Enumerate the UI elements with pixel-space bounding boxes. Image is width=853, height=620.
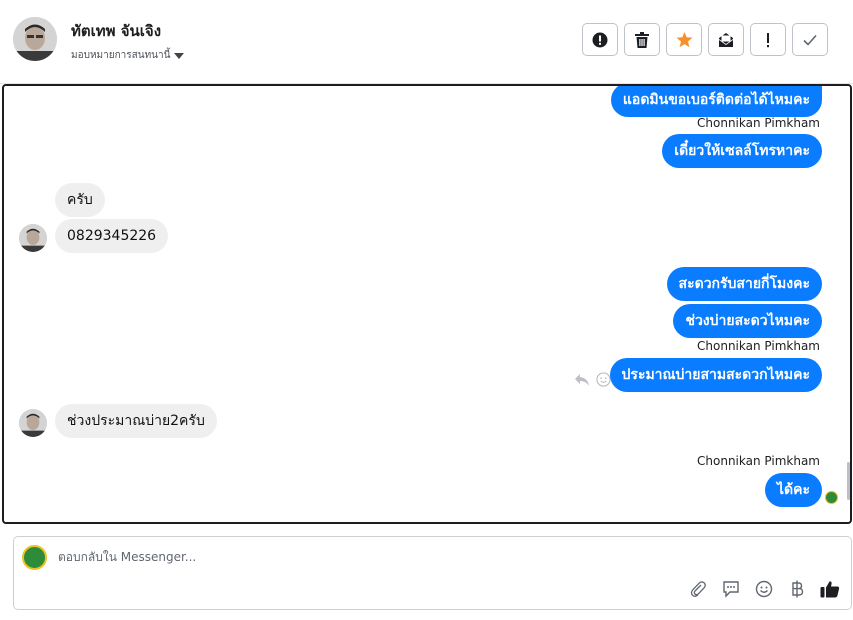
message-thread[interactable]: แอดมินขอเบอร์ติดต่อได้ไหมคะ Chonnikan Pi… bbox=[2, 84, 852, 524]
composer-actions bbox=[687, 578, 841, 600]
exclamation-icon bbox=[767, 32, 769, 47]
message-bubble-outgoing[interactable]: แอดมินขอเบอร์ติดต่อได้ไหมคะ bbox=[610, 86, 822, 117]
message-bubble-incoming[interactable]: 0829345226 bbox=[55, 219, 169, 253]
attach-file-button[interactable] bbox=[687, 578, 709, 600]
assign-label: มอบหมายการสนทนานี้ bbox=[71, 50, 171, 61]
contact-avatar-small[interactable] bbox=[19, 224, 47, 252]
sender-name: Chonnikan Pimkham bbox=[697, 454, 820, 468]
assign-conversation-dropdown[interactable]: มอบหมายการสนทนานี้ bbox=[71, 48, 185, 63]
mark-done-button[interactable] bbox=[792, 23, 828, 56]
conversation-header: ทัตเทพ จันเจิง มอบหมายการสนทนานี้ bbox=[0, 0, 853, 84]
baht-icon bbox=[792, 580, 804, 598]
saved-replies-button[interactable] bbox=[720, 578, 742, 600]
like-button[interactable] bbox=[819, 578, 841, 600]
check-icon bbox=[803, 34, 817, 46]
alert-circle-icon bbox=[592, 32, 608, 47]
message-bubble-outgoing[interactable]: เดี๋ยวให้เซลล์โทรหาคะ bbox=[662, 134, 822, 168]
scrollbar[interactable] bbox=[847, 462, 850, 500]
smiley-icon bbox=[755, 580, 773, 598]
caret-down-icon bbox=[174, 52, 185, 59]
contact-avatar[interactable] bbox=[13, 17, 57, 61]
star-icon bbox=[676, 31, 692, 47]
message-bubble-incoming[interactable]: ช่วงประมาณบ่าย2ครับ bbox=[55, 404, 217, 438]
sender-name: Chonnikan Pimkham bbox=[697, 116, 820, 130]
emoji-button[interactable] bbox=[753, 578, 775, 600]
delete-button[interactable] bbox=[624, 23, 660, 56]
message-bubble-outgoing[interactable]: สะดวกรับสายกี่โมงคะ bbox=[666, 267, 822, 301]
sender-name: Chonnikan Pimkham bbox=[697, 339, 820, 353]
trash-icon bbox=[635, 31, 649, 48]
message-bubble-incoming[interactable]: ครับ bbox=[55, 183, 105, 217]
reply-input[interactable] bbox=[58, 550, 458, 564]
mark-spam-button[interactable] bbox=[582, 23, 618, 56]
react-emoji-icon[interactable] bbox=[596, 372, 611, 391]
page-avatar bbox=[22, 545, 47, 570]
chat-bubble-icon bbox=[723, 581, 739, 598]
mark-important-button[interactable] bbox=[750, 23, 786, 56]
contact-avatar-small[interactable] bbox=[19, 409, 47, 437]
paperclip-icon bbox=[690, 581, 706, 597]
contact-name: ทัตเทพ จันเจิง bbox=[71, 22, 162, 40]
mark-unread-icon bbox=[719, 32, 733, 47]
star-button[interactable] bbox=[666, 23, 702, 56]
mark-unread-button[interactable] bbox=[708, 23, 744, 56]
conversation-toolbar bbox=[582, 23, 828, 56]
payment-button[interactable] bbox=[786, 578, 808, 600]
message-bubble-outgoing[interactable]: ช่วงบ่ายสะดวไหมคะ bbox=[673, 304, 822, 338]
reply-to-message-icon[interactable] bbox=[574, 372, 590, 391]
message-bubble-outgoing[interactable]: ได้คะ bbox=[764, 473, 822, 507]
message-bubble-outgoing[interactable]: ประมาณบ่ายสามสะดวกไหมคะ bbox=[609, 358, 822, 392]
seen-indicator-avatar bbox=[825, 491, 838, 504]
reply-composer bbox=[13, 536, 852, 610]
thumbs-up-icon bbox=[820, 581, 840, 598]
